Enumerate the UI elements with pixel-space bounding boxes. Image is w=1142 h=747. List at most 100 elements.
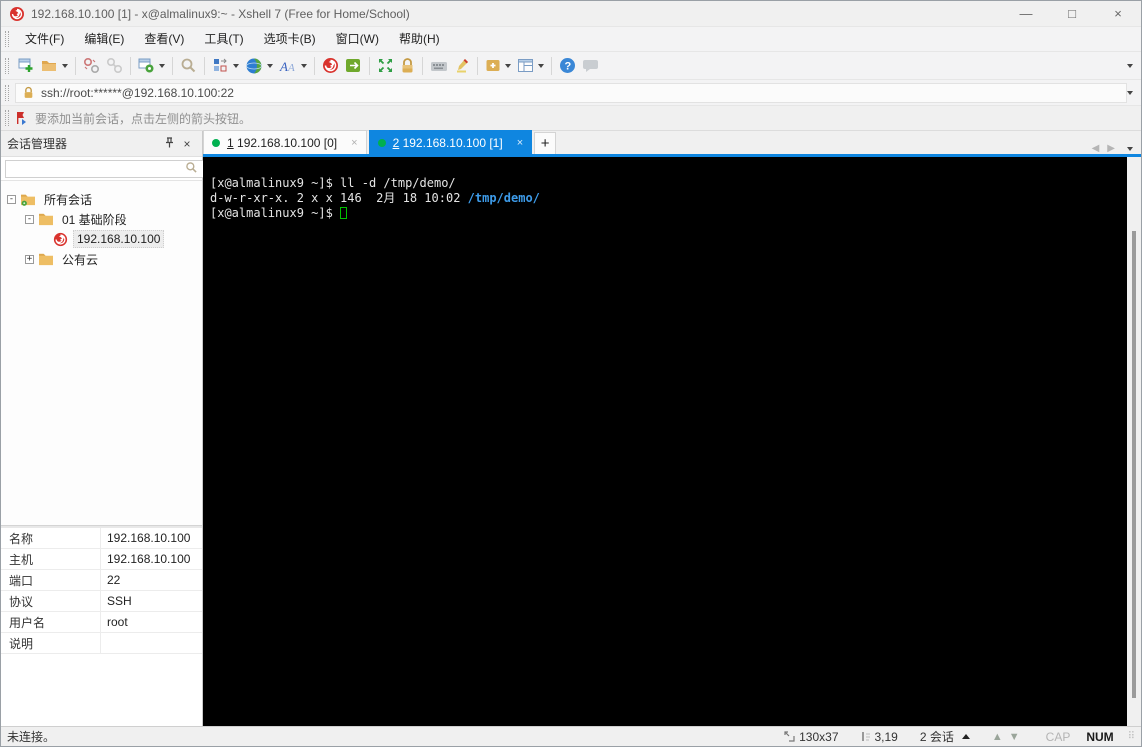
virtual-keyboard-button[interactable]	[427, 57, 451, 75]
xftp-button[interactable]	[342, 55, 365, 76]
session-properties-icon	[138, 58, 154, 73]
expand-icon[interactable]: +	[25, 254, 34, 264]
keyboard-icon	[431, 61, 447, 71]
tree-item-session-192-168-10-100[interactable]: 192.168.10.100	[1, 229, 202, 249]
svg-text:A: A	[279, 59, 288, 74]
info-bar: 要添加当前会话，点击左侧的箭头按钮。	[1, 105, 1141, 130]
disconnect-icon	[83, 57, 100, 74]
tree-item-folder-01[interactable]: - 01 基础阶段	[1, 209, 202, 229]
cursor-pos-icon	[861, 732, 870, 741]
search-icon	[185, 161, 198, 177]
open-session-button[interactable]	[38, 56, 71, 75]
menu-tab[interactable]: 选项卡(B)	[254, 27, 326, 52]
session-search-row	[1, 157, 207, 181]
session-count[interactable]: 2 会话	[920, 728, 970, 745]
terminal-line-1: [x@almalinux9 ~]$ ll -d /tmp/demo/	[210, 176, 456, 190]
session-tree: - 所有会话 - 01 基础阶段 192.168.10.100 + 公有云	[1, 181, 202, 525]
minimize-button[interactable]: —	[1003, 1, 1049, 26]
pin-panel-button[interactable]	[160, 136, 178, 151]
menu-bar: 文件(F) 编辑(E) 查看(V) 工具(T) 选项卡(B) 窗口(W) 帮助(…	[1, 26, 1141, 51]
folder-icon	[39, 253, 53, 266]
menu-window[interactable]: 窗口(W)	[326, 27, 389, 52]
window-title: 192.168.10.100 [1] - x@almalinux9:~ - Xs…	[31, 6, 410, 21]
close-panel-button[interactable]: ×	[178, 137, 196, 151]
open-folder-icon	[42, 61, 56, 71]
menu-file[interactable]: 文件(F)	[15, 27, 74, 52]
menu-grip[interactable]	[5, 31, 9, 47]
new-session-button[interactable]	[15, 55, 38, 76]
tab-close-icon[interactable]: ×	[517, 137, 523, 149]
tree-item-folder-public-cloud[interactable]: + 公有云	[1, 249, 202, 269]
session-properties-button[interactable]	[135, 55, 168, 76]
prop-row-port: 端口 22	[1, 570, 202, 591]
status-bar: 未连接。 130x37 3,19 2 会话 ▲ ▼ CAP NUM ⠿	[1, 726, 1141, 746]
tab-bar: 1 192.168.10.100 [0] × 2 192.168.10.100 …	[203, 130, 1141, 157]
session-manager-title: 会话管理器	[7, 137, 68, 151]
tab-close-icon[interactable]: ×	[351, 137, 357, 149]
panel-filler	[1, 654, 202, 726]
tree-label: 192.168.10.100	[73, 230, 165, 248]
address-lock-icon	[24, 86, 33, 98]
fullscreen-button[interactable]	[374, 55, 397, 76]
num-lock-indicator: NUM	[1086, 729, 1114, 744]
compose-pen-button[interactable]	[451, 55, 473, 76]
terminal-line-2: d-w-r-xr-x. 2 x x 146 2月 18 10:02 /tmp/d…	[210, 191, 540, 205]
encoding-button[interactable]	[242, 55, 276, 77]
svg-text:A: A	[287, 62, 295, 74]
tab-session-2[interactable]: 2 192.168.10.100 [1] ×	[368, 130, 533, 154]
help-button[interactable]: ?	[556, 55, 579, 76]
toolbar-grip[interactable]	[5, 57, 9, 74]
reconnect-icon	[106, 57, 123, 74]
toolbar-overflow-caret[interactable]	[1127, 63, 1133, 68]
lock-icon	[402, 58, 413, 73]
connected-dot-icon	[212, 138, 220, 147]
svg-text:?: ?	[565, 61, 572, 73]
menu-view[interactable]: 查看(V)	[134, 27, 194, 52]
resize-grip[interactable]: ⠿	[1128, 731, 1135, 742]
menu-tools[interactable]: 工具(T)	[194, 27, 253, 52]
disconnect-button[interactable]	[80, 55, 103, 76]
new-transfer-icon	[486, 60, 500, 71]
close-button[interactable]: ×	[1095, 1, 1141, 26]
new-file-transfer-button[interactable]	[482, 56, 514, 75]
session-list-caret[interactable]	[961, 734, 970, 739]
new-tab-button[interactable]: +	[534, 132, 557, 154]
address-field[interactable]: ssh://root:******@192.168.10.100:22	[15, 82, 1127, 103]
compose-pen-icon	[457, 59, 468, 73]
tab-list-caret[interactable]	[1127, 146, 1133, 151]
collapse-icon[interactable]: -	[7, 194, 16, 204]
address-overflow-caret[interactable]	[1127, 90, 1133, 95]
lock-screen-button[interactable]	[397, 55, 418, 76]
prop-row-host: 主机 192.168.10.100	[1, 549, 202, 570]
session-search-input[interactable]	[5, 159, 207, 178]
find-button[interactable]	[177, 55, 200, 76]
tab-scroll-left-icon[interactable]: ◀	[1092, 143, 1100, 154]
scroll-up-arrow-icon[interactable]: ▲	[992, 731, 1003, 743]
help-icon: ?	[560, 58, 575, 73]
terminal-scrollbar[interactable]	[1127, 157, 1141, 726]
address-grip[interactable]	[5, 84, 9, 101]
menu-help[interactable]: 帮助(H)	[389, 27, 450, 52]
scroll-down-arrow-icon[interactable]: ▼	[1009, 731, 1020, 743]
tab-scroll-right-icon[interactable]: ▶	[1107, 143, 1115, 154]
window-layout-icon	[214, 58, 227, 72]
new-session-icon	[18, 58, 33, 72]
feedback-button[interactable]	[579, 56, 602, 75]
info-grip[interactable]	[5, 110, 9, 126]
xftp-icon	[346, 59, 360, 72]
maximize-button[interactable]: □	[1049, 1, 1095, 26]
tree-item-all-sessions[interactable]: - 所有会话	[1, 189, 202, 209]
menu-edit[interactable]: 编辑(E)	[74, 27, 134, 52]
terminal-prompt: [x@almalinux9 ~]$	[210, 206, 341, 220]
tab-session-1[interactable]: 1 192.168.10.100 [0] ×	[203, 130, 367, 154]
prop-row-protocol: 协议 SSH	[1, 591, 202, 612]
terminal[interactable]: [x@almalinux9 ~]$ ll -d /tmp/demo/ d-w-r…	[203, 157, 1127, 726]
font-button[interactable]: AA	[276, 56, 310, 76]
window-layout-button[interactable]	[209, 55, 242, 76]
cursor-position-indicator: 3,19	[861, 730, 898, 744]
collapse-icon[interactable]: -	[25, 214, 34, 224]
reconnect-button[interactable]	[103, 55, 126, 76]
scrollbar-thumb[interactable]	[1132, 230, 1136, 698]
xshell-button[interactable]	[319, 55, 342, 76]
tile-windows-button[interactable]	[514, 56, 547, 75]
